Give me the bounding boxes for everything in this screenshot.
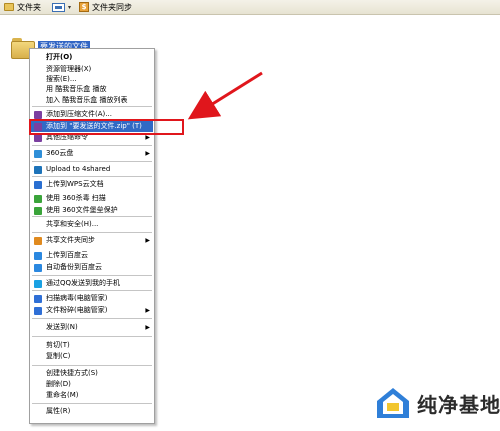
watermark: 纯净基地 [375,386,500,420]
annotation-arrow [187,71,263,120]
watermark-logo-icon [375,386,411,420]
watermark-text: 纯净基地 [417,392,500,417]
